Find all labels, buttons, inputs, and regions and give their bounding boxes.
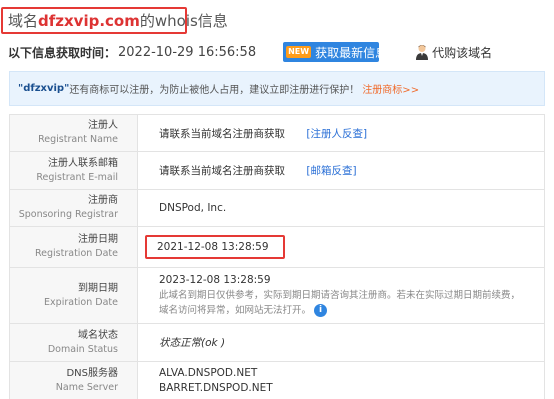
notice-text: 还有商标可以注册，为防止被他人占用，建议立即注册进行保护！ bbox=[69, 85, 360, 96]
page-title-domain: dfzxvip.com bbox=[38, 11, 140, 30]
domain-status-value: 状态正常(ok ) bbox=[159, 337, 226, 349]
label-cn: 到期日期 bbox=[78, 282, 118, 294]
page-title-prefix: 域名 bbox=[8, 12, 39, 30]
table-row-created: 注册日期 Registration Date 2021-12-08 13:28:… bbox=[9, 226, 545, 268]
registration-date-value: 2021-12-08 13:28:59 bbox=[157, 241, 269, 253]
label-cn: 注册日期 bbox=[78, 234, 118, 245]
row-label: 注册人 Registrant Name bbox=[9, 114, 138, 152]
row-label: DNS服务器 Name Server bbox=[9, 361, 138, 399]
page-title-highlight: 域名 dfzxvip.com 的whois信息 bbox=[1, 7, 228, 34]
registration-date-highlight: 2021-12-08 13:28:59 bbox=[145, 235, 285, 259]
notice-domain: "dfzxvip" bbox=[18, 83, 70, 94]
fetch-time-value: 2022-10-29 16:56:58 bbox=[118, 44, 257, 60]
name-server-2: BARRET.DNSPOD.NET bbox=[159, 381, 273, 394]
registrar-value: DNSPod, Inc. bbox=[159, 202, 227, 214]
label-cn: 域名状态 bbox=[78, 329, 118, 341]
label-en: Expiration Date bbox=[44, 296, 118, 308]
row-value: ALVA.DNSPOD.NET BARRET.DNSPOD.NET bbox=[137, 361, 545, 399]
table-row-expires: 到期日期 Expiration Date 2023-12-08 13:28:59… bbox=[9, 267, 545, 324]
whois-table: 注册人 Registrant Name 请联系当前域名注册商获取 [注册人反查]… bbox=[9, 114, 545, 399]
page-title-suffix: 的whois信息 bbox=[139, 12, 228, 30]
row-label: 注册日期 Registration Date bbox=[9, 226, 138, 268]
registrant-reverse-link[interactable]: [注册人反查] bbox=[306, 128, 367, 140]
expiration-date-value: 2023-12-08 13:28:59 bbox=[159, 274, 271, 286]
register-trademark-link[interactable]: 注册商标>> bbox=[362, 81, 419, 96]
email-reverse-link[interactable]: [邮箱反查] bbox=[306, 165, 356, 177]
expiration-note-line1: 此域名到期日仅供参考，实际到期日期请咨询其注册商。若未在实际过期日期前续费， bbox=[159, 290, 521, 301]
buy-domain-link[interactable]: 代购该域名 bbox=[415, 44, 492, 61]
label-en: Name Server bbox=[55, 381, 118, 393]
row-label: 域名状态 Domain Status bbox=[9, 323, 138, 362]
table-row-registrar: 注册商 Sponsoring Registrar DNSPod, Inc. bbox=[9, 189, 545, 227]
info-icon[interactable]: i bbox=[314, 304, 328, 317]
label-en: Registrant E-mail bbox=[36, 171, 118, 183]
user-icon bbox=[416, 45, 429, 60]
row-value: DNSPod, Inc. bbox=[137, 189, 545, 227]
expiration-note-line2: 域名访问将异常，如网站无法打开。 bbox=[159, 305, 312, 316]
label-cn: 注册人联系邮箱 bbox=[48, 157, 118, 169]
new-badge-icon: NEW bbox=[286, 46, 312, 58]
row-value: 请联系当前域名注册商获取 [注册人反查] bbox=[137, 114, 545, 152]
label-en: Domain Status bbox=[47, 343, 118, 355]
row-label: 到期日期 Expiration Date bbox=[9, 267, 138, 324]
table-row-registrant: 注册人 Registrant Name 请联系当前域名注册商获取 [注册人反查] bbox=[9, 114, 545, 152]
refresh-info-button[interactable]: NEW 获取最新信息 bbox=[283, 42, 387, 62]
table-row-email: 注册人联系邮箱 Registrant E-mail 请联系当前域名注册商获取 [… bbox=[9, 151, 545, 190]
label-cn: 注册人 bbox=[88, 120, 118, 131]
registrant-value: 请联系当前域名注册商获取 bbox=[159, 127, 285, 140]
row-label: 注册商 Sponsoring Registrar bbox=[9, 189, 138, 227]
expiration-note-line2-wrap: 域名访问将异常，如网站无法打开。 i bbox=[159, 303, 544, 318]
label-en: Registration Date bbox=[34, 248, 118, 259]
table-row-status: 域名状态 Domain Status 状态正常(ok ) bbox=[9, 323, 545, 362]
row-value: 状态正常(ok ) bbox=[137, 323, 545, 362]
row-value: 2021-12-08 13:28:59 bbox=[137, 226, 545, 268]
row-value: 请联系当前域名注册商获取 [邮箱反查] bbox=[137, 151, 545, 190]
label-en: Sponsoring Registrar bbox=[18, 209, 118, 220]
row-value: 2023-12-08 13:28:59 此域名到期日仅供参考，实际到期日期请咨询… bbox=[137, 267, 545, 324]
name-server-1: ALVA.DNSPOD.NET bbox=[159, 366, 258, 379]
email-value: 请联系当前域名注册商获取 bbox=[159, 165, 285, 177]
buy-domain-label: 代购该域名 bbox=[432, 45, 493, 60]
label-en: Registrant Name bbox=[38, 134, 118, 145]
trademark-notice: "dfzxvip" 还有商标可以注册，为防止被他人占用，建议立即注册进行保护！ … bbox=[9, 71, 545, 106]
row-label: 注册人联系邮箱 Registrant E-mail bbox=[9, 151, 138, 190]
refresh-info-label: 获取最新信息 bbox=[315, 45, 388, 60]
label-cn: 注册商 bbox=[88, 195, 118, 206]
table-row-dns: DNS服务器 Name Server ALVA.DNSPOD.NET BARRE… bbox=[9, 361, 545, 399]
fetch-info-bar: 以下信息获取时间： 2022-10-29 16:56:58 NEW 获取最新信息… bbox=[8, 42, 554, 62]
fetch-time-label: 以下信息获取时间： bbox=[8, 45, 117, 60]
label-cn: DNS服务器 bbox=[66, 367, 118, 379]
